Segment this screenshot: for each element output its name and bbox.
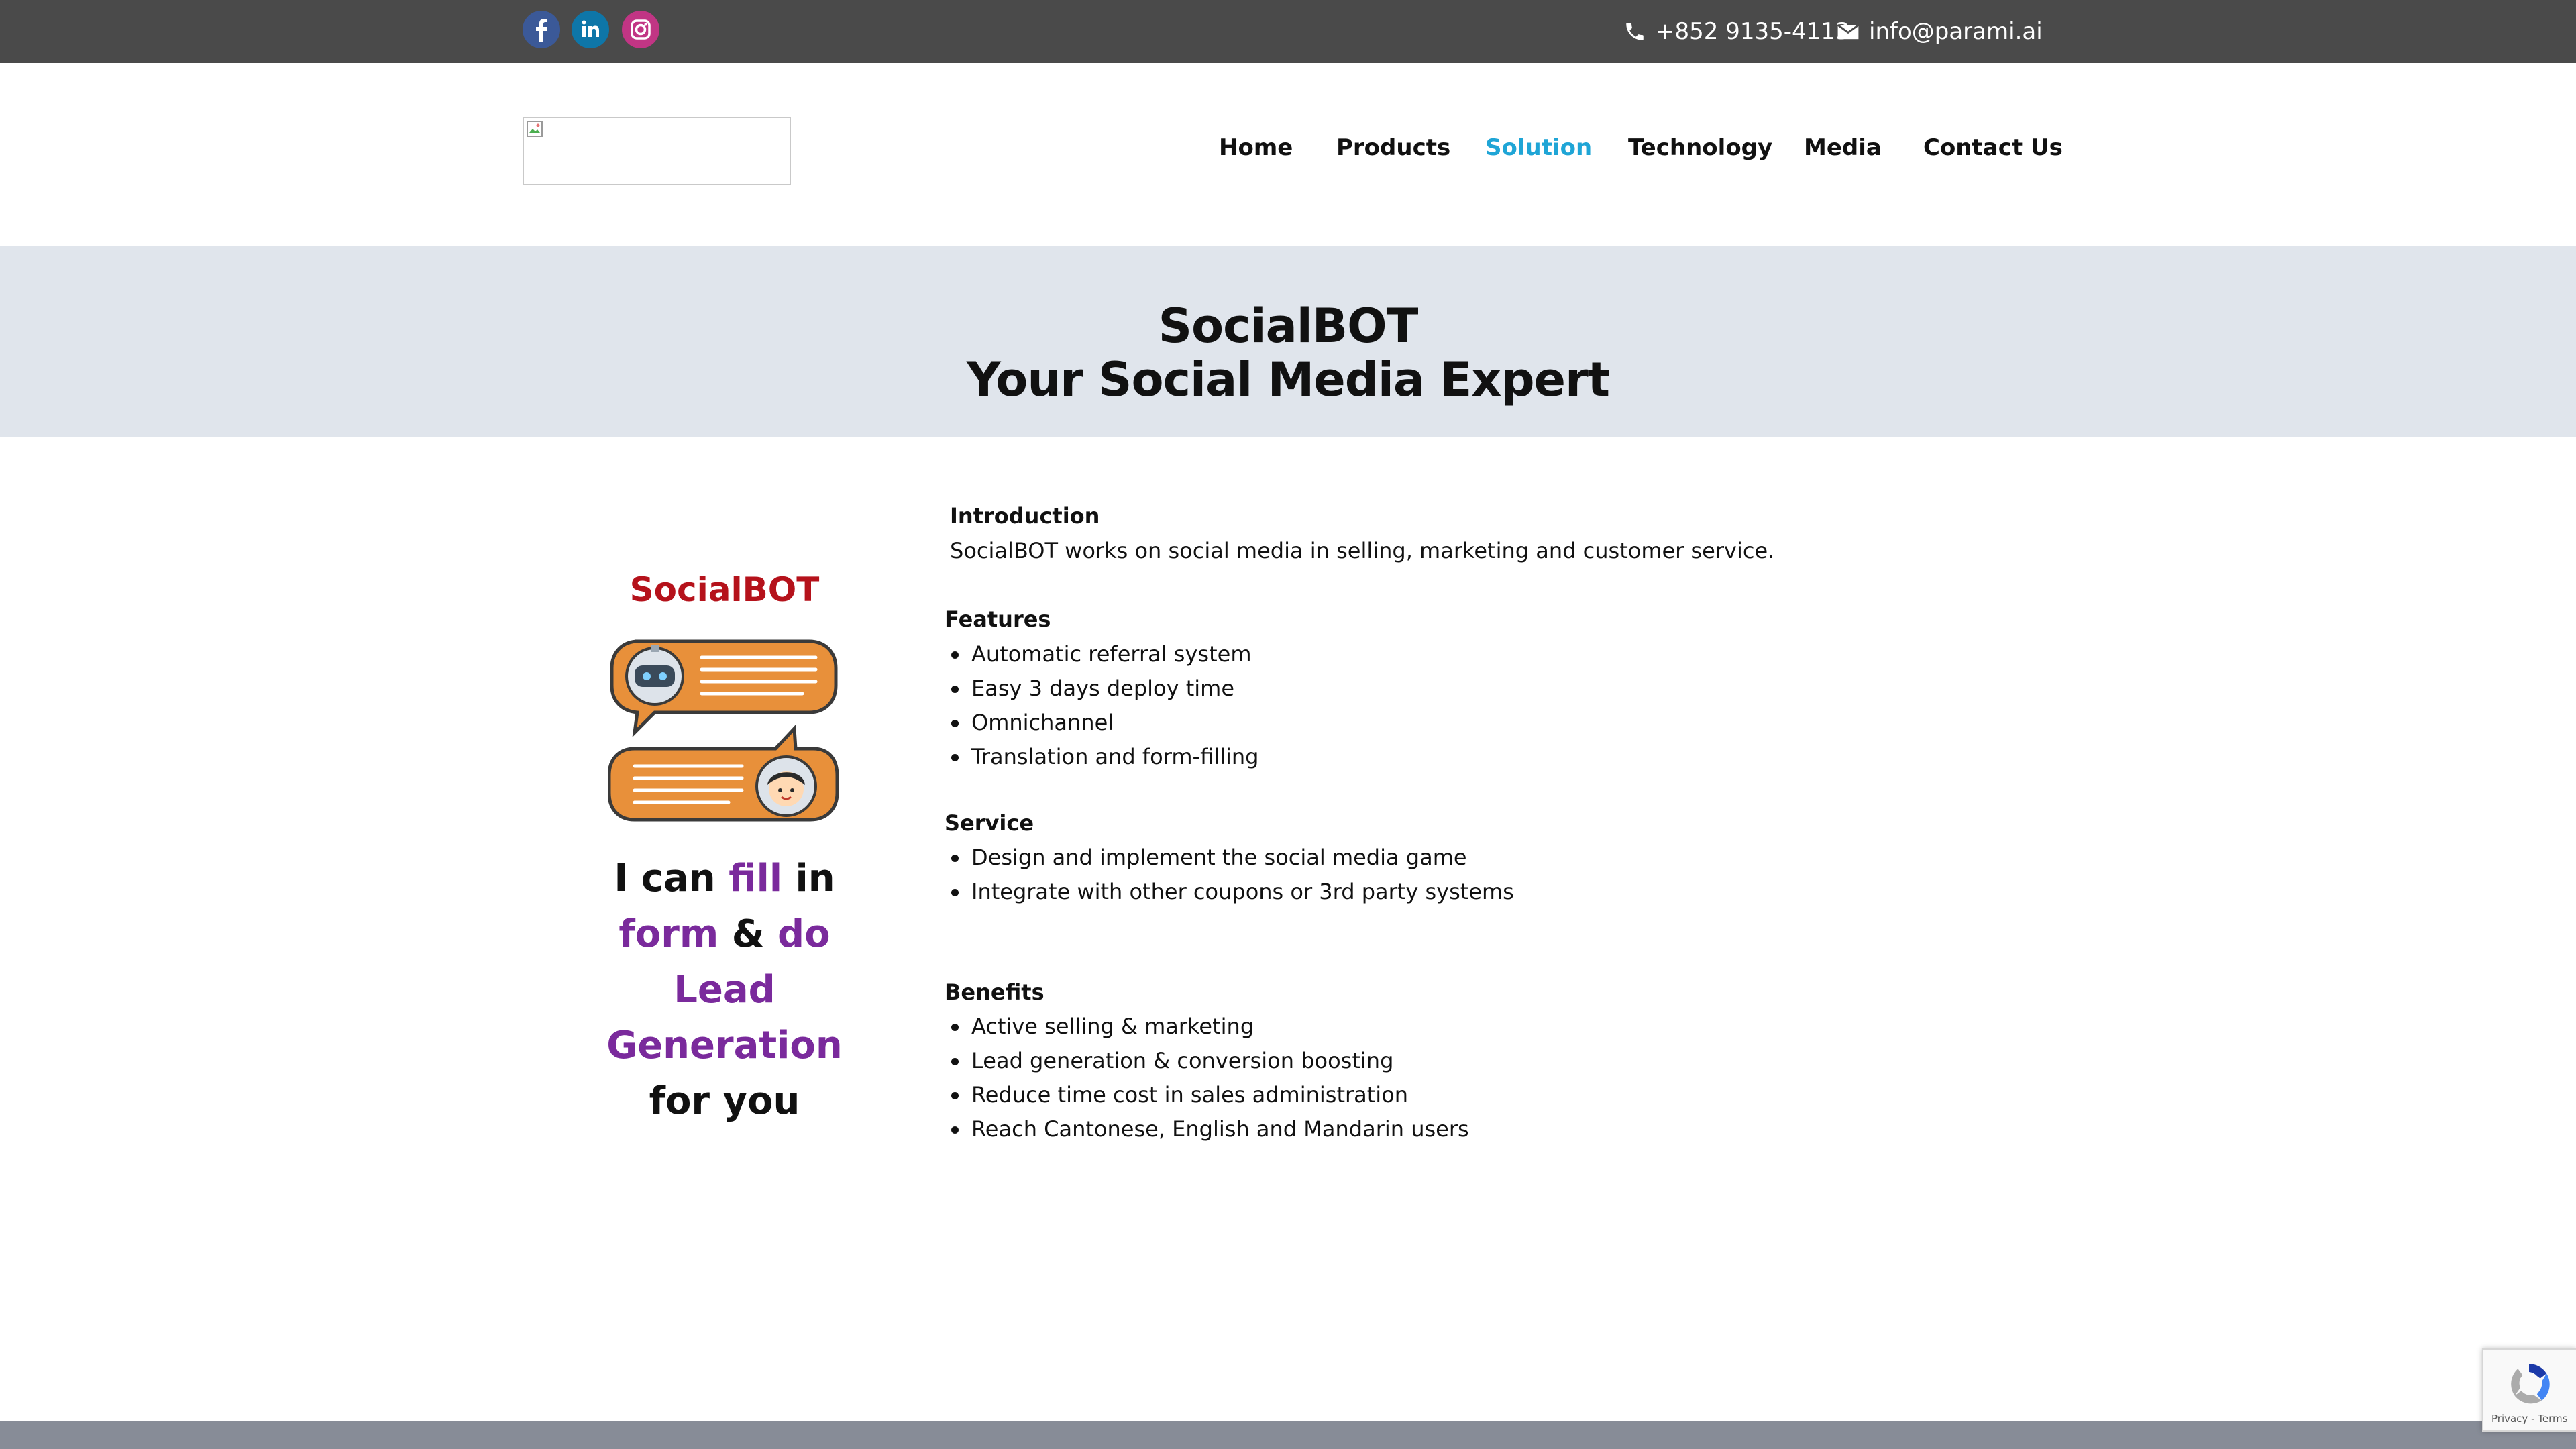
recaptcha-icon xyxy=(2511,1364,2550,1404)
person-icon xyxy=(755,755,817,817)
facebook-icon[interactable] xyxy=(522,10,561,49)
list-item: Reduce time cost in sales administration xyxy=(945,1082,1408,1108)
phone-icon xyxy=(1626,23,1644,40)
nav-products[interactable]: Products xyxy=(1336,134,1450,161)
top-bar: +852 9135-4113 info@parami.ai xyxy=(0,0,2576,63)
benefits-heading: Benefits xyxy=(945,979,1044,1005)
phone-number: +852 9135-4113 xyxy=(1656,18,1850,45)
illustration-title: SocialBOT xyxy=(629,570,820,609)
list-item: Design and implement the social media ga… xyxy=(945,845,1467,870)
page-banner: SocialBOT Your Social Media Expert xyxy=(0,246,2576,437)
list-item: Active selling & marketing xyxy=(945,1014,1254,1039)
recaptcha-badge[interactable]: Privacy - Terms xyxy=(2482,1348,2576,1432)
nav-solution[interactable]: Solution xyxy=(1485,134,1592,161)
site-header: Home Products Solution Technology Media … xyxy=(0,63,2576,246)
introduction-heading: Introduction xyxy=(950,503,1100,529)
page-subtitle: Your Social Media Expert xyxy=(966,352,1610,407)
broken-image-icon xyxy=(527,121,543,137)
linkedin-icon[interactable] xyxy=(571,10,610,49)
service-heading: Service xyxy=(945,810,1034,836)
phone-contact[interactable]: +852 9135-4113 xyxy=(1623,0,1850,63)
recaptcha-terms[interactable]: Privacy - Terms xyxy=(2491,1413,2567,1425)
email-contact[interactable]: info@parami.ai xyxy=(1837,0,2043,63)
socialbot-illustration: SocialBOT I can fill in form & do Lead G… xyxy=(564,570,885,1123)
illustration-caption: I can fill in form & do Lead Generation … xyxy=(606,857,843,1123)
site-logo[interactable] xyxy=(523,117,791,185)
list-item: Lead generation & conversion boosting xyxy=(945,1048,1393,1073)
list-item: Translation and form-filling xyxy=(945,744,1258,769)
list-item: Reach Cantonese, English and Mandarin us… xyxy=(945,1116,1469,1142)
page-title: SocialBOT xyxy=(1158,299,1419,354)
footer-band xyxy=(0,1421,2576,1449)
nav-contact-us[interactable]: Contact Us xyxy=(1923,134,2063,161)
nav-media[interactable]: Media xyxy=(1804,134,1882,161)
features-heading: Features xyxy=(945,606,1051,632)
list-item: Automatic referral system xyxy=(945,641,1251,667)
nav-home[interactable]: Home xyxy=(1219,134,1293,161)
list-item: Integrate with other coupons or 3rd part… xyxy=(945,879,1514,904)
introduction-text: SocialBOT works on social media in selli… xyxy=(950,538,1775,564)
list-item: Easy 3 days deploy time xyxy=(945,676,1234,701)
envelope-icon xyxy=(1837,24,1860,40)
email-address: info@parami.ai xyxy=(1869,18,2043,45)
instagram-icon[interactable] xyxy=(621,10,660,49)
chat-bubbles-graphic xyxy=(608,639,839,822)
nav-technology[interactable]: Technology xyxy=(1628,134,1772,161)
list-item: Omnichannel xyxy=(945,710,1114,735)
